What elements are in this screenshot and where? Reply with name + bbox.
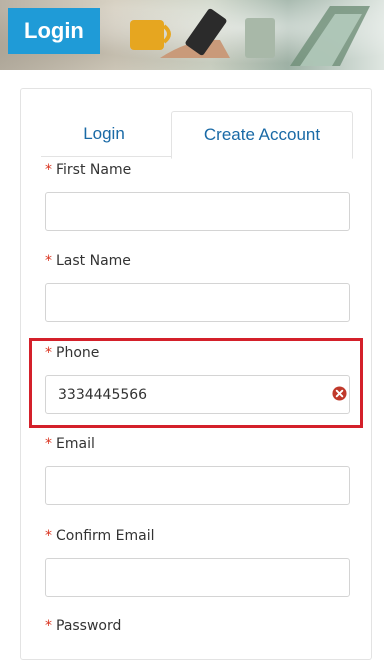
phone-label: * Phone	[45, 345, 100, 361]
tab-bar: Login Create Account	[41, 111, 353, 159]
email-field[interactable]	[45, 466, 350, 505]
required-marker: *	[45, 162, 52, 178]
required-marker: *	[45, 528, 52, 544]
required-marker: *	[45, 436, 52, 452]
clear-x-circle-icon[interactable]	[332, 386, 347, 401]
tab-login[interactable]: Login	[49, 111, 159, 157]
email-label: * Email	[45, 436, 95, 452]
last-name-label: * Last Name	[45, 253, 131, 269]
phone-field[interactable]	[45, 375, 350, 414]
first-name-label: * First Name	[45, 162, 132, 178]
confirm-email-field[interactable]	[45, 558, 350, 597]
header-banner: Login	[0, 0, 384, 70]
last-name-field[interactable]	[45, 283, 350, 322]
required-marker: *	[45, 618, 52, 634]
required-marker: *	[45, 253, 52, 269]
header-title: Login	[8, 8, 100, 54]
password-label: * Password	[45, 618, 122, 634]
confirm-email-label: * Confirm Email	[45, 528, 155, 544]
required-marker: *	[45, 345, 52, 361]
tab-create-account[interactable]: Create Account	[171, 111, 353, 159]
first-name-field[interactable]	[45, 192, 350, 231]
